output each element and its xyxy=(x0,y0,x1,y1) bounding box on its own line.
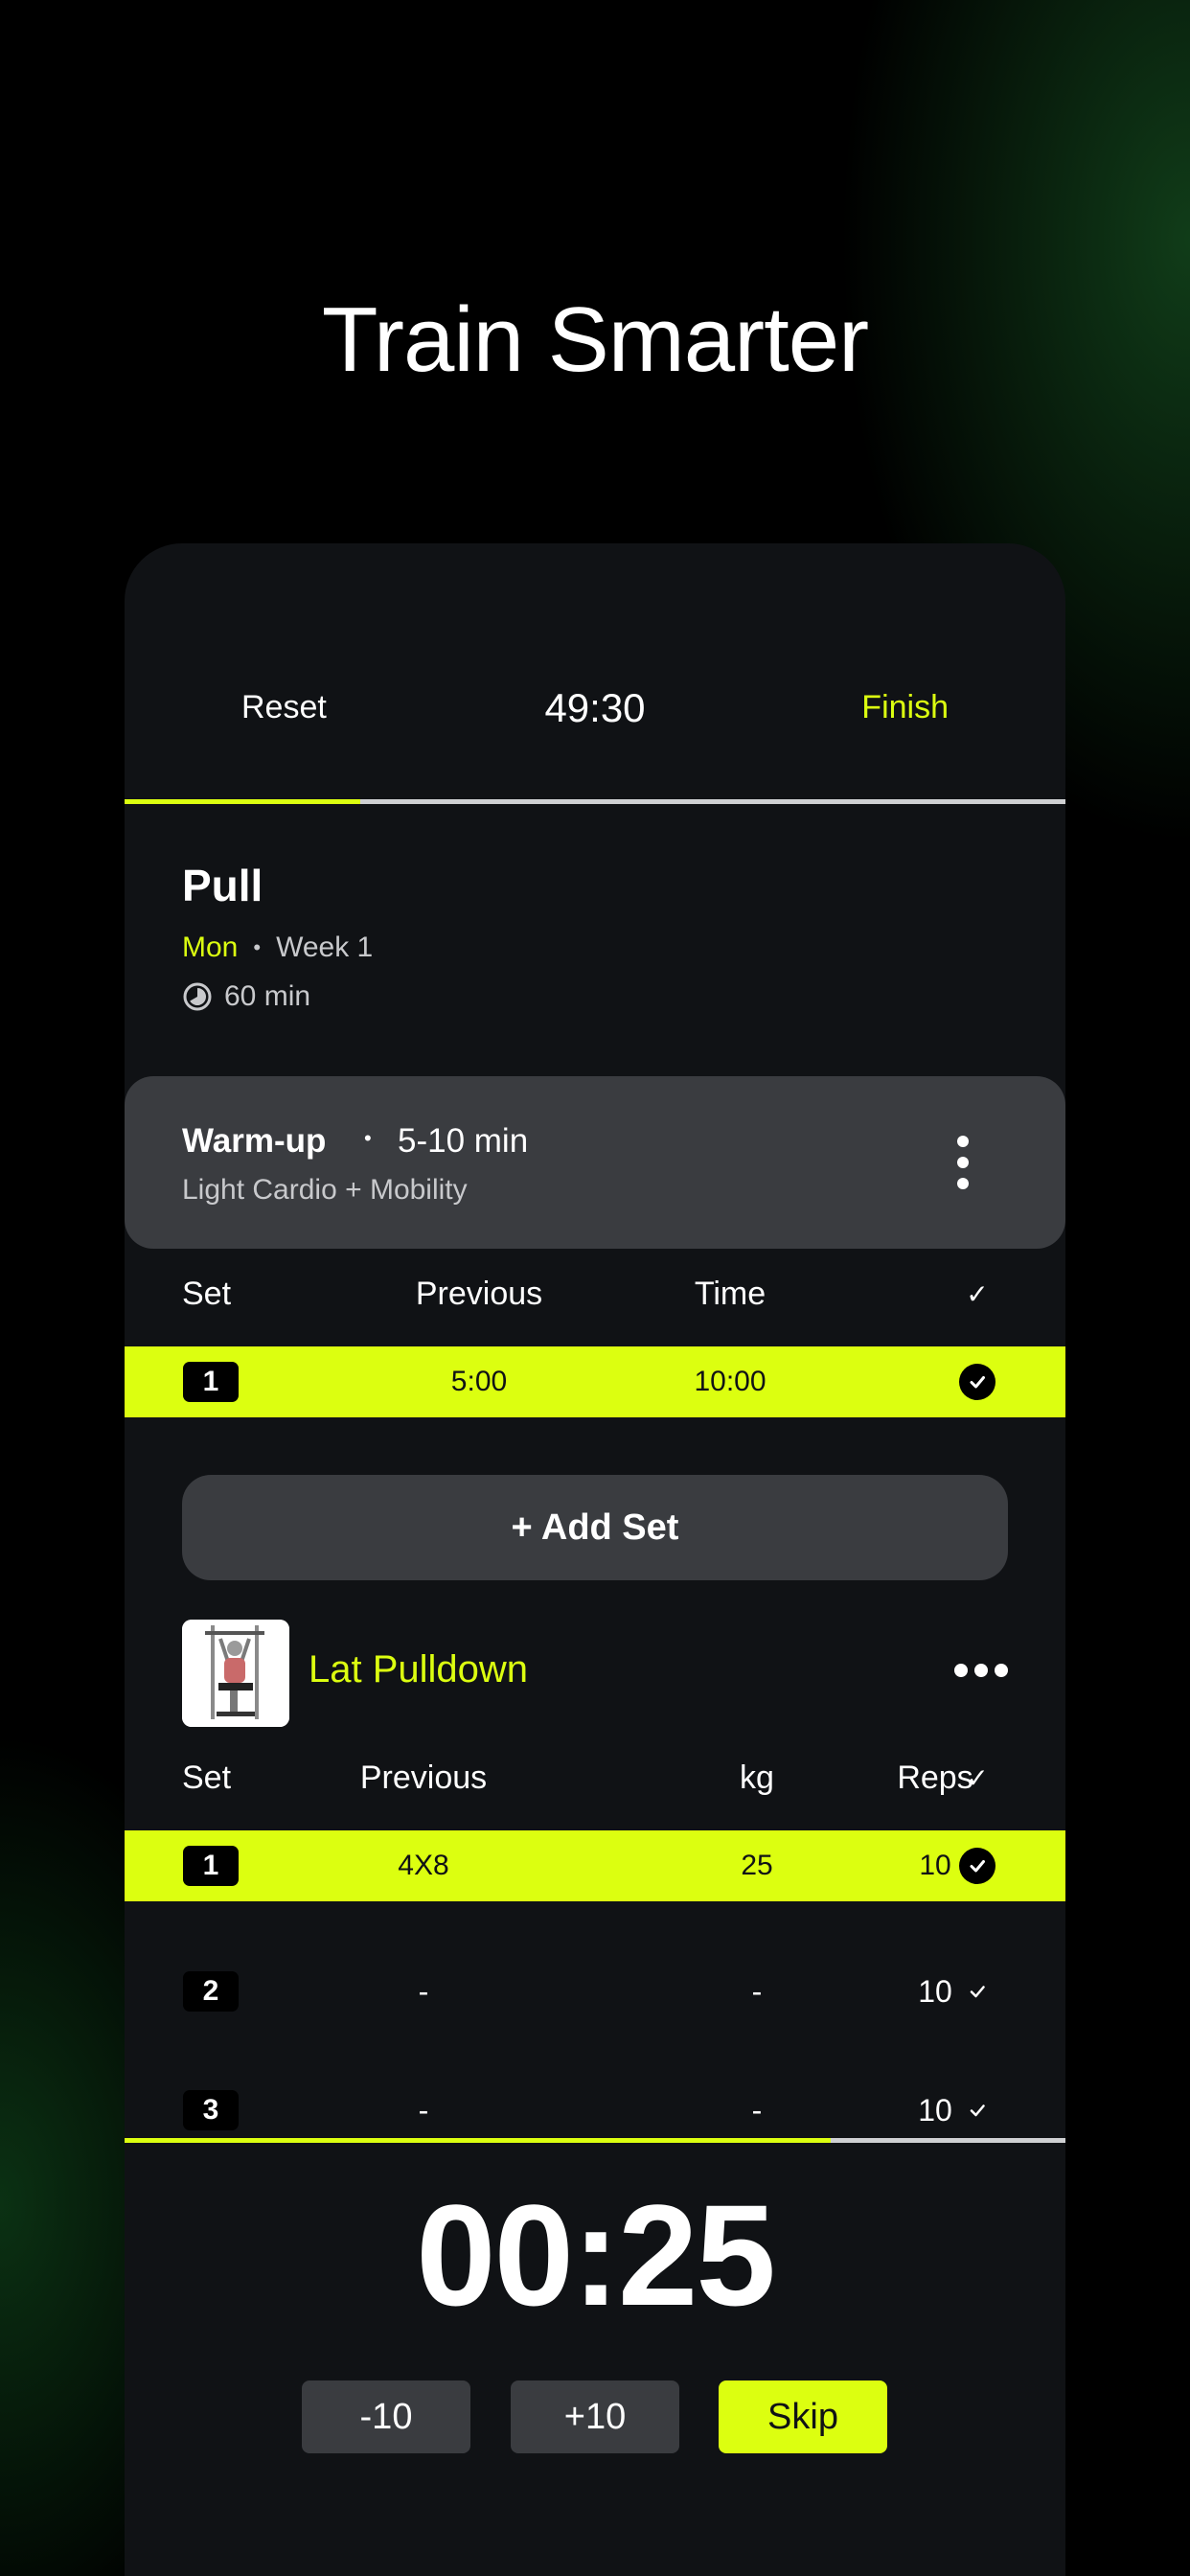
rest-controls: -10 +10 Skip xyxy=(125,2380,1065,2453)
minus-10-button[interactable]: -10 xyxy=(302,2380,470,2453)
previous-value: 5:00 xyxy=(450,1366,508,1397)
set-number: 1 xyxy=(183,1362,239,1402)
separator-dot: • xyxy=(364,1126,372,1150)
kg-value[interactable]: - xyxy=(709,2081,805,2140)
time-value[interactable]: 10:00 xyxy=(663,1346,797,1417)
top-bar: Reset 49:30 Finish xyxy=(125,543,1065,802)
table-row[interactable]: 1 4X8 25 10 xyxy=(125,1830,1065,1901)
table-row[interactable]: 2 - - 10 xyxy=(125,1956,1065,2027)
kg-value[interactable]: - xyxy=(709,1956,805,2027)
workout-duration: 60 min xyxy=(182,980,310,1013)
check-circle-icon[interactable] xyxy=(959,1848,995,1884)
header-time: Time xyxy=(694,1275,767,1312)
warmup-name: Warm-up xyxy=(182,1122,327,1160)
plus-10-button[interactable]: +10 xyxy=(511,2380,679,2453)
kg-value[interactable]: 25 xyxy=(709,1830,805,1901)
header-set: Set xyxy=(182,1275,232,1312)
check-circle-icon[interactable] xyxy=(959,1364,995,1400)
header-check: ✓ xyxy=(966,1762,989,1793)
workout-meta: Mon • Week 1 xyxy=(182,932,373,964)
check-icon[interactable] xyxy=(949,2081,1006,2140)
workout-day: Mon xyxy=(182,932,239,963)
table-row[interactable]: 1 5:00 10:00 xyxy=(125,1346,1065,1417)
rest-timer: 00:25 xyxy=(416,2174,776,2335)
exercise-thumbnail[interactable] xyxy=(182,1620,289,1727)
set-number: 1 xyxy=(183,1846,239,1886)
more-vertical-icon[interactable] xyxy=(956,1136,970,1189)
timer-icon xyxy=(182,981,213,1012)
previous-value: 4X8 xyxy=(398,1850,449,1881)
previous-value: - xyxy=(418,2092,429,2128)
phone-screen: Reset 49:30 Finish Pull Mon • Week 1 60 … xyxy=(125,543,1065,2576)
workout-week: Week 1 xyxy=(276,932,374,963)
skip-button[interactable]: Skip xyxy=(719,2380,887,2453)
duration-label: 60 min xyxy=(224,980,311,1012)
header-previous: Previous xyxy=(359,1759,488,1796)
add-set-button[interactable]: + Add Set xyxy=(182,1475,1008,1580)
header-check: ✓ xyxy=(966,1278,989,1309)
exercise-header: Lat Pulldown xyxy=(182,1620,1008,1727)
header-set: Set xyxy=(182,1759,232,1796)
set-number: 2 xyxy=(183,1971,239,2012)
previous-value: - xyxy=(418,1973,429,2009)
rest-progress-bar xyxy=(125,2138,1065,2143)
workout-progress-bar xyxy=(125,799,1065,804)
separator-dot: • xyxy=(253,935,262,959)
set-number: 3 xyxy=(183,2090,239,2130)
warmup-card[interactable]: Warm-up • 5-10 min Light Cardio + Mobili… xyxy=(125,1076,1065,1249)
headline: Train Smarter xyxy=(321,288,869,391)
more-horizontal-icon[interactable] xyxy=(954,1664,1008,1677)
workout-title: Pull xyxy=(182,861,263,910)
check-icon[interactable] xyxy=(949,1956,1006,2027)
rest-progress-fill xyxy=(125,2138,831,2143)
header-previous: Previous xyxy=(415,1275,543,1312)
table-row[interactable]: 3 - - 10 xyxy=(125,2081,1065,2140)
workout-progress-fill xyxy=(125,799,360,804)
header-kg: kg xyxy=(740,1759,774,1796)
finish-button[interactable]: Finish xyxy=(861,689,949,726)
warmup-table-header: Set Previous Time ✓ xyxy=(125,1258,1065,1329)
warmup-range: 5-10 min xyxy=(398,1122,529,1160)
exercise-table-header: Set Previous kg Reps ✓ xyxy=(125,1742,1065,1813)
warmup-subtitle: Light Cardio + Mobility xyxy=(182,1174,468,1206)
exercise-name[interactable]: Lat Pulldown xyxy=(309,1648,528,1691)
